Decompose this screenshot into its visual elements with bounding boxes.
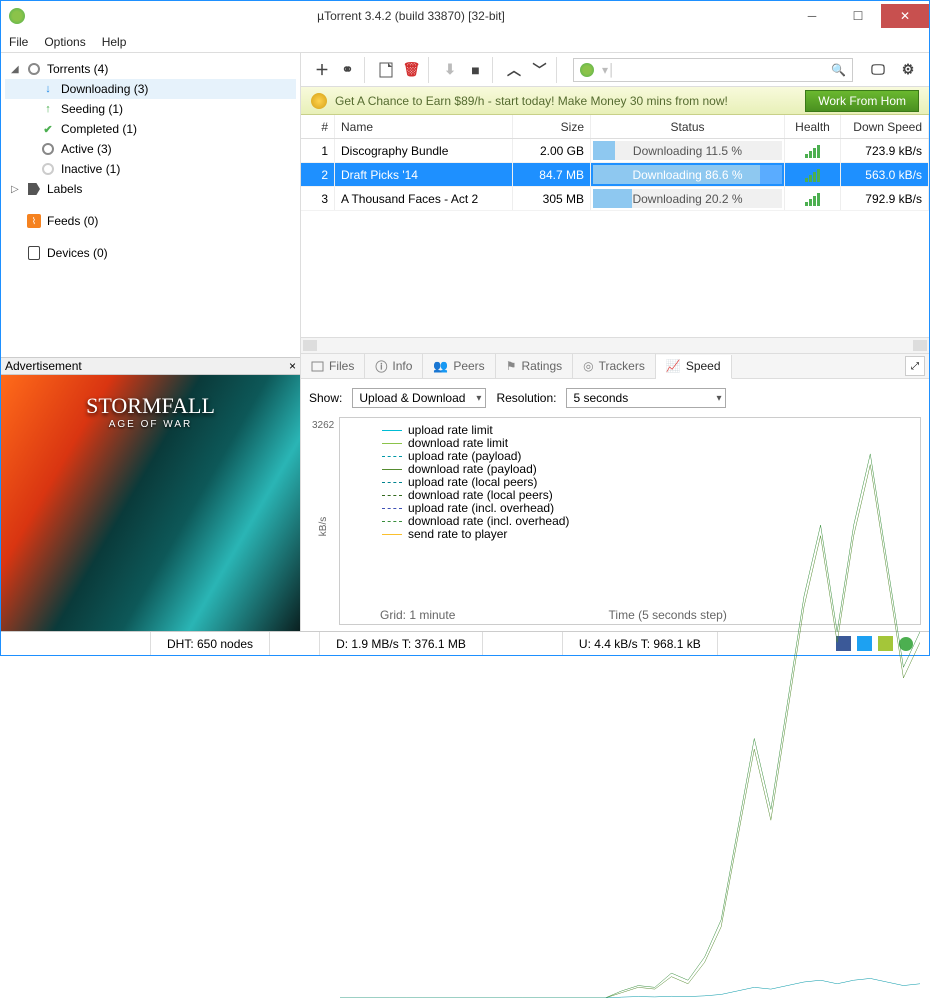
menu-help[interactable]: Help [102, 35, 127, 49]
inactive-icon [42, 163, 54, 175]
search-engine-icon [580, 63, 594, 77]
tree-devices[interactable]: Devices (0) [5, 243, 296, 263]
resolution-label: Resolution: [496, 391, 556, 405]
show-dropdown[interactable]: Upload & Download [352, 388, 486, 408]
download-icon: ↓ [41, 82, 55, 96]
promo-text[interactable]: Get A Chance to Earn $89/h - start today… [335, 94, 797, 108]
torrent-table: # Name Size Status Health Down Speed 1Di… [301, 115, 929, 353]
tab-info[interactable]: ⓘInfo [365, 354, 423, 378]
sidebar: ◢ Torrents (4) ↓ Downloading (3) ↑ Seedi… [1, 53, 301, 631]
search-icon[interactable]: 🔍 [831, 63, 846, 77]
titlebar: µTorrent 3.4.2 (build 33870) [32-bit] ─ … [1, 1, 929, 31]
delete-button[interactable]: 🗑 [403, 57, 429, 83]
col-health[interactable]: Health [785, 115, 841, 138]
add-torrent-button[interactable]: ＋ [309, 57, 335, 83]
table-row[interactable]: 2Draft Picks '1484.7 MBDownloading 86.6 … [301, 163, 929, 187]
expand-icon[interactable]: ▷ [11, 184, 21, 195]
tab-trackers[interactable]: ◎Trackers [573, 354, 656, 378]
speed-chart: 3262 kB/s upload rate limitdownload rate… [339, 417, 921, 625]
torrents-icon [28, 63, 40, 75]
tree-labels[interactable]: ▷ Labels [5, 179, 296, 199]
detail-tabs: Files ⓘInfo 👥Peers ⚑Ratings ◎Trackers 📈S… [301, 353, 929, 379]
col-size[interactable]: Size [513, 115, 591, 138]
app-icon [9, 8, 25, 24]
settings-button[interactable]: ⚙ [895, 57, 921, 83]
col-num[interactable]: # [301, 115, 335, 138]
sidebar-item-completed[interactable]: ✔ Completed (1) [5, 119, 296, 139]
speed-panel: Show: Upload & Download Resolution: 5 se… [301, 379, 929, 631]
minimize-button[interactable]: ─ [789, 4, 835, 28]
collapse-icon[interactable]: ◢ [11, 64, 21, 75]
upload-icon: ↑ [41, 102, 55, 116]
table-row[interactable]: 3A Thousand Faces - Act 2305 MBDownloadi… [301, 187, 929, 211]
sidebar-item-inactive[interactable]: Inactive (1) [5, 159, 296, 179]
tab-peers[interactable]: 👥Peers [423, 354, 495, 378]
col-speed[interactable]: Down Speed [841, 115, 929, 138]
tab-files[interactable]: Files [301, 354, 365, 378]
expand-panel-button[interactable]: ⤢ [905, 356, 925, 376]
sidebar-item-downloading[interactable]: ↓ Downloading (3) [5, 79, 296, 99]
active-icon [42, 143, 54, 155]
horizontal-scrollbar[interactable] [301, 337, 929, 353]
table-header: # Name Size Status Health Down Speed [301, 115, 929, 139]
tab-ratings[interactable]: ⚑Ratings [496, 354, 573, 378]
toolbar: ＋ ⚭ 🗑 ⬇ ■ ︿ ﹀ ▾│ 🔍 🖵 ⚙ [301, 53, 929, 87]
maximize-button[interactable]: ☐ [835, 4, 881, 28]
search-input[interactable] [620, 63, 832, 77]
coin-icon [311, 93, 327, 109]
show-label: Show: [309, 391, 342, 405]
col-name[interactable]: Name [335, 115, 513, 138]
menu-file[interactable]: File [9, 35, 28, 49]
menubar: File Options Help [1, 31, 929, 53]
device-icon [28, 246, 40, 260]
tree-feeds[interactable]: ⌇ Feeds (0) [5, 211, 296, 231]
ad-banner[interactable]: STORMFALL AGE OF WAR [1, 375, 300, 631]
tag-icon [28, 183, 40, 195]
move-down-button[interactable]: ﹀ [531, 57, 557, 83]
sidebar-item-seeding[interactable]: ↑ Seeding (1) [5, 99, 296, 119]
sidebar-item-active[interactable]: Active (3) [5, 139, 296, 159]
tab-speed[interactable]: 📈Speed [656, 355, 732, 379]
add-url-button[interactable]: ⚭ [339, 57, 365, 83]
table-row[interactable]: 1Discography Bundle2.00 GBDownloading 11… [301, 139, 929, 163]
tree-root-label: Torrents (4) [47, 62, 108, 76]
resolution-dropdown[interactable]: 5 seconds [566, 388, 726, 408]
check-icon: ✔ [41, 122, 55, 136]
search-box[interactable]: ▾│ 🔍 [573, 58, 853, 82]
move-up-button[interactable]: ︿ [501, 57, 527, 83]
col-status[interactable]: Status [591, 115, 785, 138]
ad-header: Advertisement × [1, 357, 300, 375]
rss-icon: ⌇ [27, 214, 41, 228]
promo-bar: Get A Chance to Earn $89/h - start today… [301, 87, 929, 115]
menu-options[interactable]: Options [44, 35, 85, 49]
promo-button[interactable]: Work From Hom [805, 90, 919, 112]
window-title: µTorrent 3.4.2 (build 33870) [32-bit] [33, 9, 789, 23]
remote-button[interactable]: 🖵 [865, 57, 891, 83]
tree-torrents-root[interactable]: ◢ Torrents (4) [5, 59, 296, 79]
close-button[interactable]: ✕ [881, 4, 929, 28]
create-torrent-button[interactable] [373, 57, 399, 83]
start-button[interactable]: ⬇ [437, 57, 463, 83]
status-dht: DHT: 650 nodes [151, 632, 270, 655]
stop-button[interactable]: ■ [467, 57, 493, 83]
ad-close-icon[interactable]: × [289, 359, 296, 373]
